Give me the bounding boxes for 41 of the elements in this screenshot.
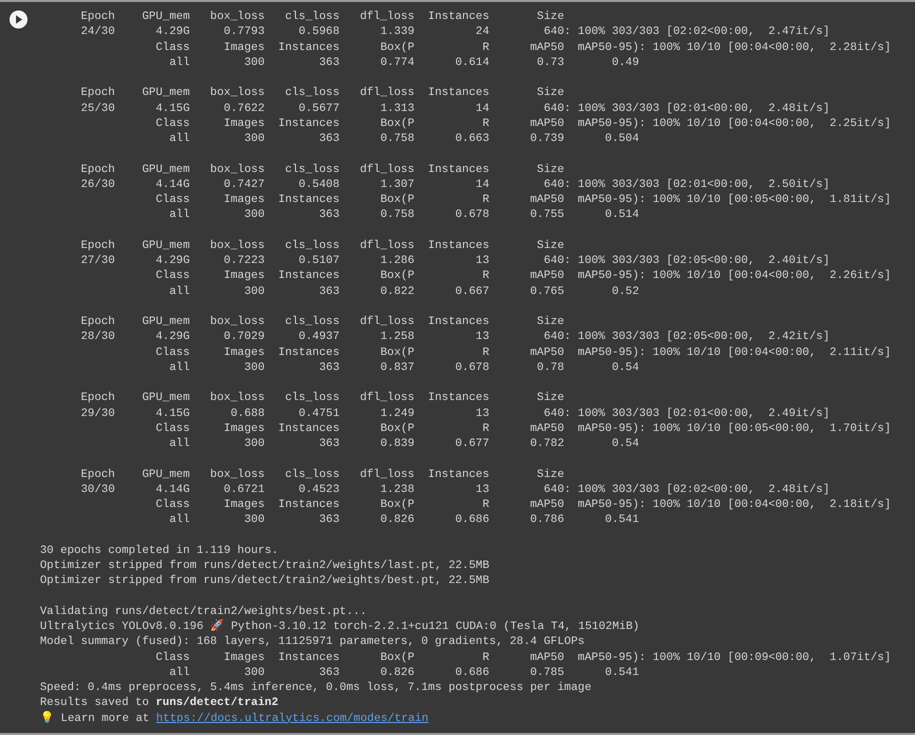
output-line: 25/30 4.15G 0.7622 0.5677 1.313 14 640: 100% 303/303 [02:01<00:00, 2.48it/s] [80,102,830,114]
output-line: all 300 363 0.822 0.667 0.765 0.52 [168,286,640,298]
output-line: Epoch GPU_mem box_loss cls_loss dfl_loss Instances Size [80,240,564,252]
output-line: Class Images Instances Box(P R mAP50 mAP50-95): 100% 10/10 [00:05<00:00, 1.81it/s] [154,194,891,206]
output-line: Ultralytics YOLOv8.0.196 🚀 Python-3.10.12 torch-2.2.1+cu121 CUDA:0 (Tesla T4, 15102MiB) [40,621,640,633]
run-button[interactable] [9,10,28,29]
output-line: Epoch GPU_mem box_loss cls_loss dfl_loss Instances Size [80,11,564,23]
output-line: 💡 Learn more at [40,712,150,724]
output-line: 30/30 4.14G 0.6721 0.4523 1.238 13 640: 100% 303/303 [02:02<00:00, 2.48it/s] [80,484,830,496]
output-line: Epoch GPU_mem box_loss cls_loss dfl_loss Instances Size [80,468,564,480]
output-line: Class Images Instances Box(P R mAP50 mAP50-95): 100% 10/10 [00:04<00:00, 2.11it/s] [154,346,891,358]
output-line: Epoch GPU_mem box_loss cls_loss dfl_loss Instances Size [80,164,564,176]
output-line: all 300 363 0.758 0.663 0.739 0.504 [168,133,640,145]
output-line: Validating runs/detect/train2/weights/best.pt... [40,606,367,618]
output-line: Class Images Instances Box(P R mAP50 mAP50-95): 100% 10/10 [00:04<00:00, 2.18it/s] [154,499,891,511]
output-line: Optimizer stripped from runs/detect/train2/weights/last.pt, 22.5MB [40,560,490,572]
output-line: 26/30 4.14G 0.7427 0.5408 1.307 14 640: 100% 303/303 [02:01<00:00, 2.50it/s] [80,178,830,191]
output-line: Results saved to runs/detect/train2 [40,697,278,710]
output-line: Epoch GPU_mem box_loss cls_loss dfl_loss Instances Size [80,87,564,100]
output-line: 30 epochs completed in 1.119 hours. [40,544,278,557]
output-line: Speed: 0.4ms preprocess, 5.4ms inference, 0.0ms loss, 7.1ms postprocess per image [40,682,592,694]
output-line: Epoch GPU_mem box_loss cls_loss dfl_loss Instances Size [80,316,564,328]
output-line: all 300 363 0.839 0.677 0.782 0.54 [168,438,640,450]
output-line: 24/30 4.29G 0.7793 0.5968 1.339 24 640: 100% 303/303 [02:02<00:00, 2.47it/s] [80,26,830,38]
docs-link[interactable]: https://docs.ultralytics.com/modes/train [156,712,428,724]
output-line: all 300 363 0.774 0.614 0.73 0.49 [168,56,640,69]
output-line: Class Images Instances Box(P R mAP50 mAP50-95): 100% 10/10 [00:04<00:00, 2.26it/s] [154,270,891,282]
output-line: all 300 363 0.837 0.678 0.78 0.54 [168,362,640,374]
output-line: Class Images Instances Box(P R mAP50 mAP50-95): 100% 10/10 [00:04<00:00, 2.25it/s] [154,118,891,130]
output-line: Optimizer stripped from runs/detect/train2/weights/best.pt, 22.5MB [40,575,490,588]
output-line: Model summary (fused): 168 layers, 11125971 parameters, 0 gradients, 28.4 GFLOPs [40,636,585,648]
output-line: all 300 363 0.826 0.686 0.786 0.541 [168,514,640,526]
output-line: Epoch GPU_mem box_loss cls_loss dfl_loss Instances Size [80,392,564,404]
output-line: 27/30 4.29G 0.7223 0.5107 1.286 13 640: 100% 303/303 [02:05<00:00, 2.40it/s] [80,255,830,267]
output-line: Class Images Instances Box(P R mAP50 mAP50-95): 100% 10/10 [00:05<00:00, 1.70it/s] [154,422,891,435]
output-line: 28/30 4.29G 0.7029 0.4937 1.258 13 640: 100% 303/303 [02:05<00:00, 2.42it/s] [80,331,830,344]
output-line: all 300 363 0.758 0.678 0.755 0.514 [168,209,640,222]
output-line: 29/30 4.15G 0.688 0.4751 1.249 13 640: 100% 303/303 [02:01<00:00, 2.49it/s] [80,408,830,420]
output-line: Class Images Instances Box(P R mAP50 mAP50-95): 100% 10/10 [00:09<00:00, 1.07it/s] [154,652,891,664]
output-line: all 300 363 0.826 0.686 0.785 0.541 [168,666,640,679]
output-line: Class Images Instances Box(P R mAP50 mAP50-95): 100% 10/10 [00:04<00:00, 2.28it/s] [154,42,891,54]
